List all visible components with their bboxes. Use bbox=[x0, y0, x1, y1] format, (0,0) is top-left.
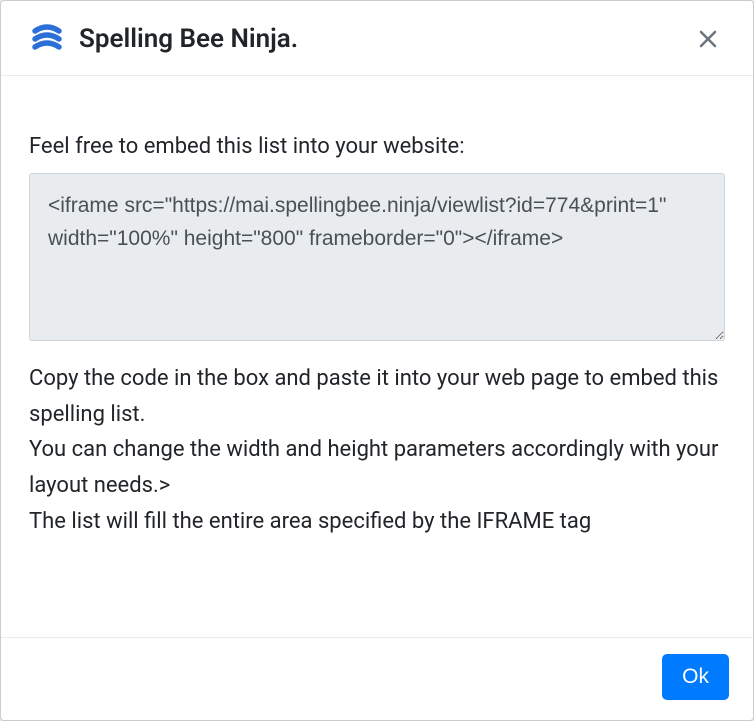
embed-code-textarea[interactable] bbox=[29, 173, 725, 341]
close-icon bbox=[699, 23, 717, 54]
close-button[interactable] bbox=[691, 21, 725, 57]
dialog-title: Spelling Bee Ninja. bbox=[79, 24, 298, 54]
dialog-footer: Ok bbox=[1, 637, 753, 720]
header-left: Spelling Bee Ninja. bbox=[29, 21, 298, 57]
logo-icon bbox=[29, 21, 65, 57]
dialog-header: Spelling Bee Ninja. bbox=[1, 1, 753, 76]
intro-text: Feel free to embed this list into your w… bbox=[29, 134, 725, 159]
instruction-text: Copy the code in the box and paste it in… bbox=[29, 361, 725, 539]
ok-button[interactable]: Ok bbox=[662, 654, 729, 700]
embed-dialog: Spelling Bee Ninja. Feel free to embed t… bbox=[0, 0, 754, 721]
dialog-body: Feel free to embed this list into your w… bbox=[1, 76, 753, 637]
